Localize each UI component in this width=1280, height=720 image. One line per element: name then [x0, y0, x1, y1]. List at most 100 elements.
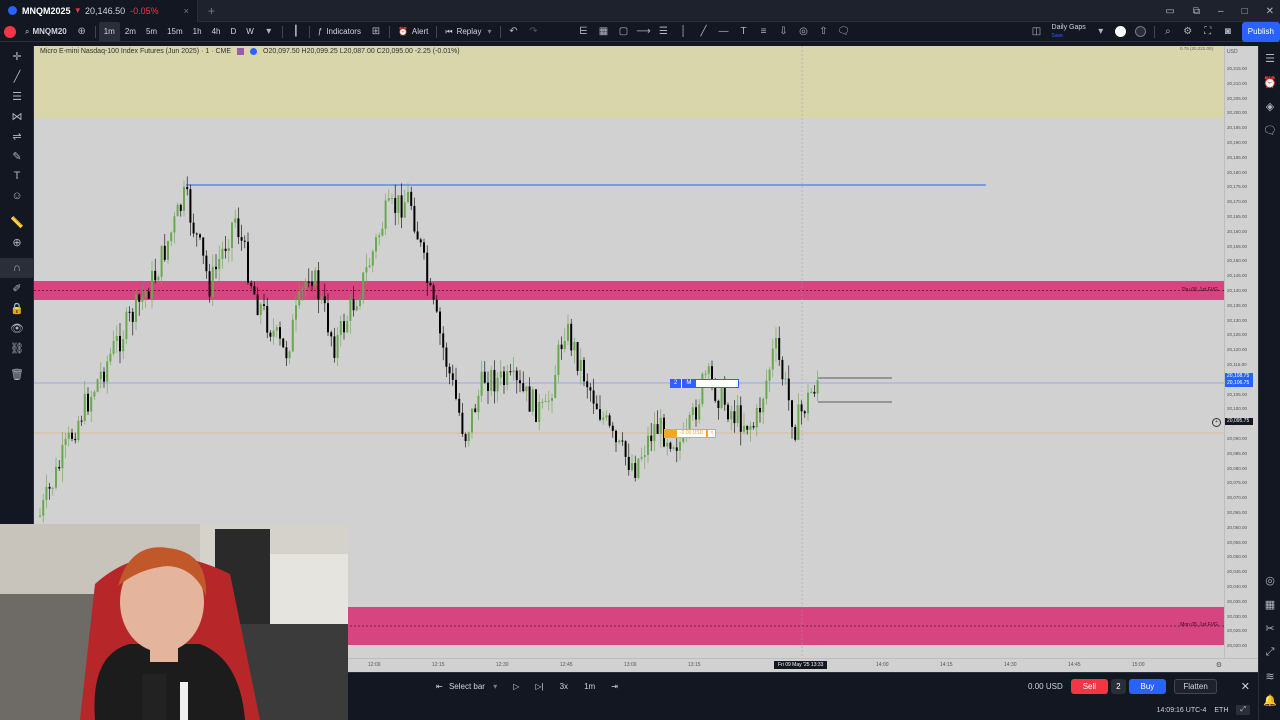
window-maximize-icon[interactable]: □ [1242, 6, 1248, 17]
scissors-icon[interactable]: ✂ [1259, 616, 1280, 640]
tab-close-icon[interactable]: × [184, 6, 189, 16]
legend-title[interactable]: Micro E-mini Nasdaq-100 Index Futures (J… [40, 48, 231, 55]
chat-icon[interactable]: 🗨 [1259, 118, 1280, 142]
layers-icon[interactable]: ≋ [1259, 664, 1280, 688]
play-icon[interactable]: ▷ [505, 682, 527, 691]
user-avatar-icon[interactable] [0, 22, 20, 42]
undo-icon[interactable]: ↶ [504, 22, 524, 42]
target-icon[interactable]: ◎ [1259, 568, 1280, 592]
chevron-down-icon[interactable]: ▾ [1091, 22, 1111, 42]
stay-drawing-icon[interactable]: ✐ [0, 278, 34, 298]
rectangle-icon[interactable]: ▢ [614, 22, 634, 42]
interval-15m[interactable]: 15m [162, 22, 188, 42]
arrow-up-icon[interactable]: ⇧ [814, 22, 834, 42]
zoom-in-icon[interactable]: ⊕ [0, 232, 34, 252]
interval-1m[interactable]: 1m [98, 21, 120, 42]
window-extra-icon[interactable]: ▭ [1165, 6, 1174, 17]
flatten-button[interactable]: Flatten [1174, 679, 1217, 694]
layout-panel-icon[interactable]: ◫ [1027, 22, 1047, 42]
templates-grid-icon[interactable]: ⊞ [366, 22, 386, 42]
browser-tab[interactable]: MNQM2025 ▾ 20,146.50 -0.05% × [0, 0, 198, 22]
settings-gear-icon[interactable]: ⚙ [1178, 22, 1198, 42]
select-bar-button[interactable]: ⇤ Select bar ▾ [428, 682, 505, 691]
publish-button[interactable]: Publish [1241, 21, 1280, 42]
replay-interval[interactable]: 1m [576, 682, 603, 691]
interval-2m[interactable]: 2m [120, 22, 141, 42]
jump-to-realtime-icon[interactable]: ⇥ [603, 682, 626, 691]
fib-retracement-icon[interactable]: ☰ [654, 22, 674, 42]
brush-tool-icon[interactable]: ✎ [0, 146, 34, 166]
window-close-icon[interactable]: ✕ [1266, 6, 1274, 17]
limit-order-tag[interactable]: 2 M [670, 379, 740, 388]
arrow-down-icon[interactable]: ⇩ [774, 22, 794, 42]
vertical-line-icon[interactable]: │ [674, 22, 694, 42]
horizontal-ray-icon[interactable]: ⟶ [634, 22, 654, 42]
step-forward-icon[interactable]: ▷| [527, 682, 551, 691]
fib-tool-icon[interactable]: ☰ [0, 86, 34, 106]
legend-eye-icon[interactable] [250, 48, 258, 55]
note-icon[interactable]: 🗨 [834, 22, 854, 42]
text-tool-icon[interactable]: T [734, 22, 754, 42]
replay-button[interactable]: ⏮ Replay ▾ [440, 22, 496, 42]
crosshair-icon[interactable]: ✛ [0, 46, 34, 66]
currency-label[interactable]: USD [1227, 49, 1238, 55]
price-scale[interactable]: USD 20,215.00 20,210.00 20,205.00 20,200.00… [1224, 46, 1258, 658]
interval-5m[interactable]: 5m [141, 22, 162, 42]
stop-order-close-icon[interactable]: × [707, 429, 717, 438]
fullscreen-icon[interactable]: ⛶ [1198, 22, 1218, 42]
maximize-pane-icon[interactable]: ⤢ [1236, 705, 1250, 715]
magnifier-icon[interactable]: ⌕ [1158, 22, 1178, 42]
emoji-tool-icon[interactable]: ☺ [0, 186, 34, 206]
parallel-channel-icon[interactable]: ≡ [754, 22, 774, 42]
trash-icon[interactable]: 🗑 [0, 364, 34, 384]
expand-icon[interactable]: ⤢ [1259, 640, 1280, 664]
buy-button[interactable]: Buy [1128, 679, 1167, 694]
lock-icon[interactable]: 🔒 [0, 298, 34, 318]
interval-4h[interactable]: 4h [207, 22, 226, 42]
prediction-tool-icon[interactable]: ⇌ [0, 126, 34, 146]
close-replay-icon[interactable]: ✕ [1233, 680, 1258, 693]
pattern-tool-icon[interactable]: ⋈ [0, 106, 34, 126]
interval-d[interactable]: D [225, 22, 241, 42]
alerts-clock-icon[interactable]: ⏰ [1259, 70, 1280, 94]
symbol-search[interactable]: ⌕ MNQM20 [20, 22, 72, 42]
account-circle-icon[interactable] [1111, 22, 1131, 42]
clock[interactable]: 14:09:16 UTC-4 [1157, 707, 1207, 714]
new-tab-icon[interactable]: + [198, 4, 225, 18]
bars-pattern-icon[interactable]: ⋿ [574, 22, 594, 42]
notification-bell-icon[interactable]: 🔔 [1259, 688, 1280, 712]
calendar-icon[interactable]: ▦ [1259, 592, 1280, 616]
window-restore-icon[interactable]: ⧉ [1193, 6, 1200, 17]
trend-line-icon[interactable]: ╱ [694, 22, 714, 42]
redo-icon[interactable]: ↷ [524, 22, 544, 42]
interval-dropdown-icon[interactable]: ▾ [259, 22, 279, 42]
interval-1h[interactable]: 1h [188, 22, 207, 42]
camera-icon[interactable]: ◙ [1218, 22, 1238, 42]
indicators-button[interactable]: ƒ Indicators [313, 22, 366, 42]
crosshair-price-button[interactable]: + [1212, 418, 1221, 427]
link-icon[interactable]: ⛓ [0, 338, 34, 358]
circle-icon[interactable]: ◎ [794, 22, 814, 42]
time-axis-settings-icon[interactable]: ⚙ [1216, 661, 1222, 669]
grid-icon[interactable]: ▦ [594, 22, 614, 42]
text-tool-icon[interactable]: T [0, 166, 34, 186]
stop-order-tag[interactable]: -0.00 USD × [664, 429, 717, 438]
alert-button[interactable]: ⏰ Alert [393, 22, 433, 42]
eye-icon[interactable]: 👁 [0, 318, 34, 338]
compare-plus-icon[interactable]: ⊕ [72, 22, 92, 42]
ruler-icon[interactable]: 📏 [0, 212, 34, 232]
magnet-icon[interactable]: ∩ [0, 258, 34, 278]
trend-line-tool-icon[interactable]: ╱ [0, 66, 34, 86]
session[interactable]: ETH [1214, 707, 1228, 714]
layout-selector[interactable]: Daily Gaps Save [1047, 22, 1091, 42]
replay-speed[interactable]: 3x [552, 682, 576, 691]
horizontal-line-icon[interactable]: — [714, 22, 734, 42]
interval-w[interactable]: W [241, 22, 259, 42]
account-badge-icon[interactable] [1131, 22, 1151, 42]
sell-button[interactable]: Sell [1070, 679, 1109, 694]
candle-type-icon[interactable]: ┃ [286, 22, 306, 42]
quantity-field[interactable]: 2 [1111, 679, 1126, 694]
watchlist-icon[interactable]: ☰ [1259, 46, 1280, 70]
window-minimize-icon[interactable]: – [1218, 6, 1224, 17]
object-tree-icon[interactable]: ◈ [1259, 94, 1280, 118]
